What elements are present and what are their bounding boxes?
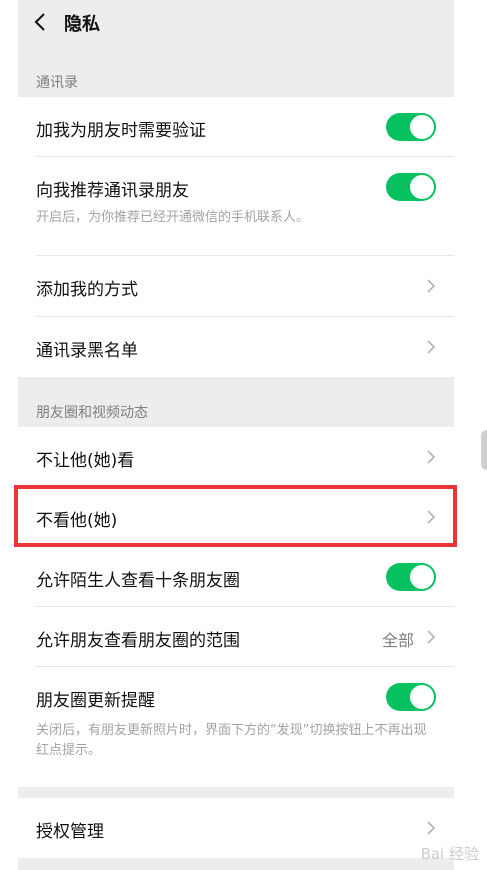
recommend-contacts-toggle[interactable] [386,173,436,201]
edge-handle [481,430,487,470]
recommend-contacts-description: 开启后，为你推荐已经开通微信的手机联系人。 [36,210,310,225]
stranger-ten-posts-toggle[interactable] [386,563,436,591]
update-notify-toggle[interactable] [386,683,436,711]
chevron-right-icon [426,629,436,645]
row-recommend-contacts-label: 向我推荐通讯录朋友 [36,181,189,201]
toggle-knob [410,175,434,199]
row-update-notify-label: 朋友圈更新提醒 [36,691,155,711]
row-moments-range-label: 允许朋友查看朋友圈的范围 [36,631,240,651]
row-recommend-contacts: 向我推荐通讯录朋友 开启后，为你推荐已经开通微信的手机联系人。 [18,157,454,255]
chevron-right-icon [426,820,436,836]
section-label-contacts: 通讯录 [36,75,78,91]
row-verify-friend-label: 加我为朋友时需要验证 [36,121,206,141]
watermark: Bai 经验 [420,845,479,863]
row-moments-range[interactable]: 允许朋友查看朋友圈的范围 全部 [18,607,454,667]
row-hide-from-label: 不让他(她)看 [36,451,135,471]
row-add-methods-label: 添加我的方式 [36,280,138,300]
row-blacklist[interactable]: 通讯录黑名单 [18,317,454,377]
toggle-knob [410,565,434,589]
chevron-right-icon [426,339,436,355]
chevron-right-icon [426,449,436,465]
verify-friend-toggle[interactable] [386,113,436,141]
row-update-notify: 朋友圈更新提醒 关闭后，有朋友更新照片时，界面下方的“发现”切换按钮上不再出现红… [18,667,454,787]
update-notify-description: 关闭后，有朋友更新照片时，界面下方的“发现”切换按钮上不再出现红点提示。 [36,723,427,758]
row-auth-management-label: 授权管理 [36,822,104,842]
toggle-knob [410,685,434,709]
row-stranger-ten-posts-label: 允许陌生人查看十条朋友圈 [36,571,240,591]
auth-group: 授权管理 [18,798,454,858]
moments-group: 不让他(她)看 不看他(她) 允许陌生人查看十条朋友圈 允许朋友查看朋友圈的范围… [18,427,454,787]
row-auth-management[interactable]: 授权管理 [18,798,454,858]
back-arrow-icon[interactable] [32,12,48,32]
row-blacklist-label: 通讯录黑名单 [36,341,138,361]
chevron-right-icon [426,278,436,294]
section-label-moments: 朋友圈和视频动态 [36,405,148,421]
nav-bar: 隐私 [18,0,454,46]
row-verify-friend: 加我为朋友时需要验证 [18,97,454,157]
privacy-settings-panel: 隐私 通讯录 加我为朋友时需要验证 向我推荐通讯录朋友 开启后，为你推荐已经开通… [18,0,454,870]
row-add-methods[interactable]: 添加我的方式 [18,256,454,316]
annotation-highlight-box [14,485,457,547]
contacts-group: 加我为朋友时需要验证 向我推荐通讯录朋友 开启后，为你推荐已经开通微信的手机联系… [18,97,454,377]
row-stranger-ten-posts: 允许陌生人查看十条朋友圈 [18,547,454,607]
toggle-knob [410,115,434,139]
row-hide-from[interactable]: 不让他(她)看 [18,427,454,487]
moments-range-value: 全部 [381,631,414,650]
page-title: 隐私 [64,14,100,35]
